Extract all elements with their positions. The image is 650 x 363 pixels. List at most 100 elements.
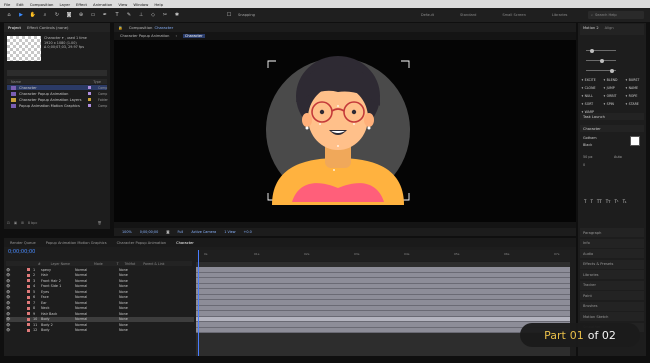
- label-swatch[interactable]: [27, 301, 30, 305]
- slider-2[interactable]: [586, 58, 616, 63]
- type-tool-icon[interactable]: T: [114, 12, 120, 18]
- resolution-select[interactable]: Full: [178, 230, 184, 234]
- layer-name[interactable]: Face: [41, 295, 75, 299]
- label-swatch[interactable]: [27, 273, 30, 277]
- eye-icon[interactable]: 👁: [6, 328, 11, 332]
- subscript-icon[interactable]: T₁: [623, 199, 627, 204]
- pen-tool-icon[interactable]: ✒: [102, 12, 108, 18]
- project-search-input[interactable]: [7, 70, 107, 76]
- project-item[interactable]: Character Popup Animation Layers Folder: [7, 97, 108, 102]
- panel-motion-sketch[interactable]: Motion Sketch: [580, 312, 644, 321]
- menu-composition[interactable]: Composition: [30, 2, 54, 7]
- bpc-label[interactable]: 8 bpc: [28, 221, 37, 225]
- tab-popup-motion[interactable]: Popup Animation Motion Graphics: [46, 241, 107, 245]
- fill-color-swatch[interactable]: [630, 136, 640, 146]
- label-swatch[interactable]: [27, 295, 30, 299]
- tab-effect-controls[interactable]: Effect Controls (none): [27, 25, 68, 30]
- menu-edit[interactable]: Edit: [16, 2, 23, 7]
- parent-select[interactable]: None: [119, 301, 139, 305]
- layer-name[interactable]: Hair: [41, 273, 75, 277]
- label-color-swatch[interactable]: [88, 86, 91, 89]
- panel-paint[interactable]: Paint: [580, 291, 644, 300]
- eye-icon[interactable]: 👁: [6, 306, 11, 310]
- blend-mode-select[interactable]: Normal: [75, 268, 101, 272]
- parent-select[interactable]: None: [119, 328, 139, 332]
- eye-icon[interactable]: 👁: [6, 317, 11, 321]
- trash-icon[interactable]: 🗑: [97, 221, 101, 225]
- layer-tracks[interactable]: [196, 262, 570, 356]
- label-swatch[interactable]: [27, 323, 30, 327]
- layer-name[interactable]: Ear: [41, 301, 75, 305]
- eye-icon[interactable]: 👁: [6, 290, 11, 294]
- puppet-tool-icon[interactable]: ✱: [174, 12, 180, 18]
- blend-mode-select[interactable]: Normal: [75, 317, 101, 321]
- layer-name[interactable]: Hair Back: [41, 312, 75, 316]
- motion-button[interactable]: ✦ JUMP: [603, 86, 615, 90]
- project-item[interactable]: Character Comp: [7, 85, 107, 90]
- layer-name[interactable]: Body: [41, 328, 75, 332]
- task-launch[interactable]: Task Launch: [580, 113, 644, 120]
- blend-mode-select[interactable]: Normal: [75, 312, 101, 316]
- panel-audio[interactable]: Audio: [580, 249, 644, 258]
- menu-file[interactable]: File: [4, 2, 10, 7]
- pan-behind-tool-icon[interactable]: ⊕: [78, 12, 84, 18]
- font-style-select[interactable]: Black: [583, 143, 592, 147]
- label-swatch[interactable]: [27, 328, 30, 332]
- panel-effects-presets[interactable]: Effects & Presets: [580, 259, 644, 269]
- parent-select[interactable]: None: [119, 317, 139, 321]
- lock-icon[interactable]: 🔒: [118, 25, 123, 30]
- font-size-field[interactable]: 50 px: [583, 155, 593, 159]
- layer-name[interactable]: Body: [41, 317, 75, 321]
- label-swatch[interactable]: [27, 279, 30, 283]
- hand-tool-icon[interactable]: ✋: [30, 12, 36, 18]
- magnification-select[interactable]: 100%: [122, 230, 132, 234]
- faux-italic-icon[interactable]: T: [590, 199, 592, 204]
- rectangle-tool-icon[interactable]: ▭: [90, 12, 96, 18]
- panel-tracker[interactable]: Tracker: [580, 280, 644, 290]
- parent-select[interactable]: None: [119, 306, 139, 310]
- search-help-input[interactable]: ⌕ Search Help: [588, 11, 644, 19]
- label-swatch[interactable]: [27, 290, 30, 294]
- workspace-standard[interactable]: Standard: [460, 13, 476, 17]
- superscript-icon[interactable]: T¹: [615, 199, 619, 204]
- slider-3[interactable]: [586, 68, 616, 73]
- roto-brush-tool-icon[interactable]: ✂: [162, 12, 168, 18]
- current-time[interactable]: 0;00;00;00: [140, 230, 159, 234]
- panel-info[interactable]: Info: [580, 238, 644, 248]
- eye-icon[interactable]: 👁: [6, 312, 11, 316]
- motion-button[interactable]: ✦ BLEND: [603, 78, 618, 82]
- exposure-value[interactable]: +0.0: [244, 230, 252, 234]
- parent-select[interactable]: None: [119, 323, 139, 327]
- tab-character[interactable]: Character: [176, 241, 194, 245]
- motion-button[interactable]: ✦ NAME: [625, 86, 638, 90]
- layer-name[interactable]: Body 2: [41, 323, 75, 327]
- label-swatch[interactable]: [27, 312, 30, 316]
- layer-name[interactable]: Front Side 1: [41, 284, 75, 288]
- eye-icon[interactable]: 👁: [6, 268, 11, 272]
- parent-select[interactable]: None: [119, 284, 139, 288]
- layer-name[interactable]: Eyes: [41, 290, 75, 294]
- label-color-swatch[interactable]: [88, 104, 91, 107]
- blend-mode-select[interactable]: Normal: [75, 328, 101, 332]
- project-item[interactable]: Character Popup Animation Comp: [7, 91, 107, 96]
- snapping-checkbox-icon[interactable]: ☐: [226, 12, 232, 18]
- home-icon[interactable]: ⌂: [6, 12, 12, 18]
- time-ruler[interactable]: 0s 01s 02s 03s 04s 05s 06s 07s: [196, 250, 570, 261]
- camera-select[interactable]: Active Camera: [191, 230, 216, 234]
- layer-row[interactable]: 👁 12 Body Normal None: [6, 328, 194, 334]
- label-color-swatch[interactable]: [88, 92, 91, 95]
- camera-tool-icon[interactable]: ◙: [66, 12, 72, 18]
- composition-viewer[interactable]: [114, 40, 576, 222]
- eye-icon[interactable]: 👁: [6, 284, 11, 288]
- eraser-tool-icon[interactable]: ◇: [150, 12, 156, 18]
- tracking-field[interactable]: 0: [583, 163, 585, 167]
- view-layout-select[interactable]: 1 View: [224, 230, 235, 234]
- motion-button[interactable]: ✦ CLONE: [581, 86, 595, 90]
- clone-stamp-tool-icon[interactable]: ⊥: [138, 12, 144, 18]
- blend-mode-select[interactable]: Normal: [75, 306, 101, 310]
- tab-char-popup[interactable]: Character Popup Animation: [117, 241, 166, 245]
- label-swatch[interactable]: [27, 317, 30, 321]
- comp-tab-name[interactable]: Character: [154, 25, 173, 30]
- blend-mode-select[interactable]: Normal: [75, 290, 101, 294]
- menu-layer[interactable]: Layer: [59, 2, 70, 7]
